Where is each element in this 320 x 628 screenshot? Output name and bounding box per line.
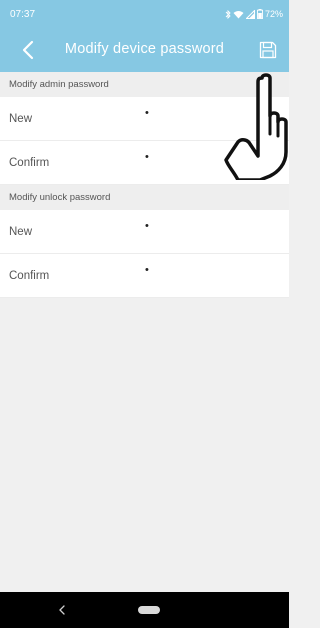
app-bar: Modify device password <box>0 28 289 72</box>
signal-icon <box>245 9 255 19</box>
unlock-new-password-row[interactable]: New • <box>0 210 289 254</box>
battery-percent: 72% <box>264 9 283 19</box>
row-label: Confirm <box>9 156 50 169</box>
page-title: Modify device password <box>64 41 225 57</box>
unlock-new-password-field[interactable]: • <box>145 220 265 244</box>
row-label: Confirm <box>9 269 50 282</box>
section-header-unlock: Modify unlock password <box>0 185 289 210</box>
wifi-icon <box>233 10 244 18</box>
save-icon <box>259 41 277 59</box>
nav-back-button[interactable] <box>54 602 70 618</box>
nav-back-icon <box>59 605 65 615</box>
admin-new-password-row[interactable]: New • <box>0 97 289 141</box>
section-header-admin: Modify admin password <box>0 72 289 97</box>
row-label: New <box>9 112 33 125</box>
admin-new-password-field[interactable]: • <box>145 107 265 131</box>
settings-content: Modify admin password New • Confirm • Mo… <box>0 72 289 298</box>
bluetooth-icon <box>225 9 231 19</box>
status-bar: 07:37 72% <box>0 0 289 28</box>
save-button[interactable] <box>257 39 279 61</box>
admin-confirm-password-row[interactable]: Confirm • <box>0 141 289 185</box>
row-label: New <box>9 225 33 238</box>
unlock-confirm-password-row[interactable]: Confirm • <box>0 254 289 298</box>
status-time: 07:37 <box>10 8 36 20</box>
unlock-confirm-password-field[interactable]: • <box>145 264 265 288</box>
nav-home-pill[interactable] <box>138 606 160 614</box>
admin-confirm-password-field[interactable]: • <box>145 151 265 175</box>
status-icons: 72% <box>225 9 283 19</box>
system-nav-bar <box>0 592 289 628</box>
battery-icon <box>257 9 263 19</box>
